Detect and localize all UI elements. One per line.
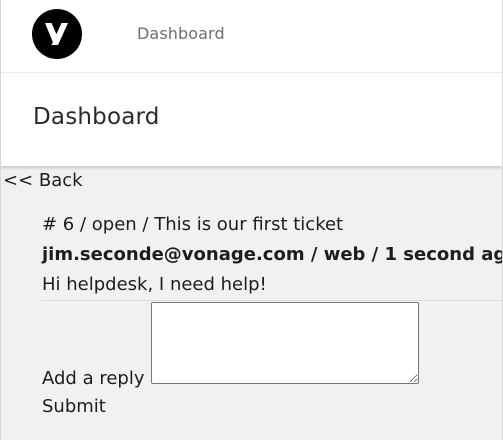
submit-button[interactable]: Submit bbox=[42, 396, 106, 417]
ticket-meta: jim.seconde@vonage.com / web / 1 second … bbox=[42, 244, 503, 265]
back-link[interactable]: << Back bbox=[3, 170, 83, 191]
main-content: << Back # 6 / open / This is our first t… bbox=[1, 166, 502, 440]
vonage-logo-icon[interactable] bbox=[32, 9, 82, 59]
ticket-heading: # 6 / open / This is our first ticket bbox=[42, 214, 344, 235]
reply-label: Add a reply bbox=[42, 368, 145, 389]
top-navbar: Dashboard bbox=[1, 0, 502, 73]
divider bbox=[42, 300, 502, 301]
app-window: Dashboard Dashboard << Back # 6 / open /… bbox=[0, 0, 503, 440]
page-title: Dashboard bbox=[33, 104, 160, 130]
nav-link-dashboard[interactable]: Dashboard bbox=[137, 24, 225, 43]
ticket-message: Hi helpdesk, I need help! bbox=[42, 274, 267, 295]
page-header: Dashboard bbox=[1, 74, 502, 166]
reply-textarea[interactable] bbox=[151, 302, 419, 384]
